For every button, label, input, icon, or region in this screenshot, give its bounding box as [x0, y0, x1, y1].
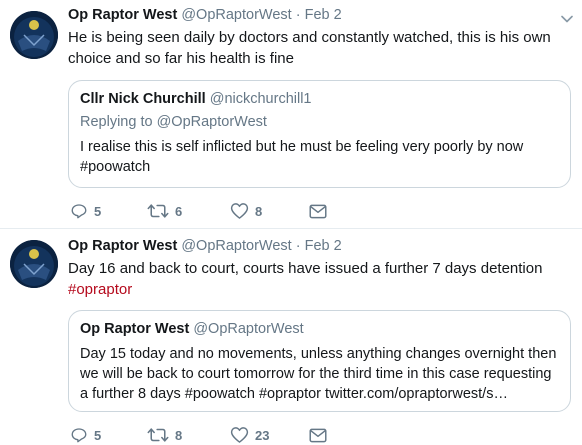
tweet[interactable]: Op Raptor West @OpRaptorWest · Feb 2 He …	[0, 0, 582, 228]
like-button[interactable]: 8	[230, 201, 262, 221]
like-button[interactable]: 23	[230, 425, 269, 445]
heart-icon	[230, 427, 249, 443]
avatar[interactable]	[10, 240, 58, 288]
reply-count: 5	[94, 203, 102, 219]
quoted-tweet-header: Op Raptor West @OpRaptorWest	[80, 321, 304, 337]
tweet[interactable]: Op Raptor West @OpRaptorWest · Feb 2 Day…	[0, 229, 582, 445]
avatar[interactable]	[10, 11, 58, 59]
user-handle[interactable]: @OpRaptorWest	[181, 238, 291, 254]
reply-button[interactable]: 5	[70, 201, 101, 221]
tweet-text: Day 16 and back to court, courts have is…	[68, 258, 573, 300]
quoted-user-handle: @nickchurchill1	[209, 91, 312, 107]
quoted-tweet[interactable]: Op Raptor West @OpRaptorWest Day 15 toda…	[68, 310, 571, 412]
envelope-icon	[309, 204, 327, 218]
quoted-text-body: I realise this is self inflicted but he …	[80, 139, 524, 155]
replying-to-label: Replying to	[80, 114, 153, 130]
like-count: 23	[255, 427, 270, 443]
tweet-header: Op Raptor West @OpRaptorWest · Feb 2	[68, 7, 554, 27]
hashtag[interactable]: #opraptor	[68, 281, 132, 298]
tweet-text-body: Day 16 and back to court, courts have is…	[68, 260, 543, 277]
tweet-text: He is being seen daily by doctors and co…	[68, 29, 551, 67]
tweet-header: Op Raptor West @OpRaptorWest · Feb 2	[68, 238, 554, 258]
quoted-tweet-header: Cllr Nick Churchill @nickchurchill1	[80, 91, 312, 107]
direct-message-button[interactable]	[309, 201, 327, 221]
user-handle[interactable]: @OpRaptorWest	[181, 7, 291, 23]
reply-count: 5	[94, 427, 102, 443]
quoted-display-name: Cllr Nick Churchill	[80, 91, 206, 107]
quoted-tweet-text: I realise this is self inflicted but he …	[80, 137, 560, 177]
display-name[interactable]: Op Raptor West	[68, 7, 177, 23]
tweet-date[interactable]: Feb 2	[305, 7, 342, 23]
quoted-user-handle: @OpRaptorWest	[193, 321, 304, 337]
retweet-button[interactable]: 6	[147, 201, 182, 221]
reply-icon	[71, 428, 87, 443]
display-name[interactable]: Op Raptor West	[68, 238, 177, 254]
retweet-button[interactable]: 8	[147, 425, 182, 445]
retweet-count: 6	[175, 203, 183, 219]
retweet-icon	[147, 204, 169, 218]
retweet-icon	[147, 428, 169, 442]
separator-dot: ·	[295, 238, 301, 254]
reply-icon	[71, 204, 87, 219]
avatar-image	[10, 11, 58, 59]
direct-message-button[interactable]	[309, 425, 327, 445]
tweet-date[interactable]: Feb 2	[305, 238, 342, 254]
hashtag[interactable]: #poowatch	[80, 159, 150, 175]
replying-to: Replying to @OpRaptorWest	[80, 114, 267, 130]
quoted-tweet[interactable]: Cllr Nick Churchill @nickchurchill1 Repl…	[68, 80, 571, 188]
avatar-image	[10, 240, 58, 288]
quoted-tweet-text: Day 15 today and no movements, unless an…	[80, 346, 557, 402]
separator-dot: ·	[295, 7, 301, 23]
like-count: 8	[255, 203, 263, 219]
replying-to-handle[interactable]: @OpRaptorWest	[157, 114, 267, 130]
heart-icon	[230, 203, 249, 219]
quoted-display-name: Op Raptor West	[80, 321, 190, 337]
envelope-icon	[309, 428, 327, 442]
retweet-count: 8	[175, 427, 183, 443]
reply-button[interactable]: 5	[70, 425, 101, 445]
chevron-down-icon[interactable]	[561, 10, 573, 28]
